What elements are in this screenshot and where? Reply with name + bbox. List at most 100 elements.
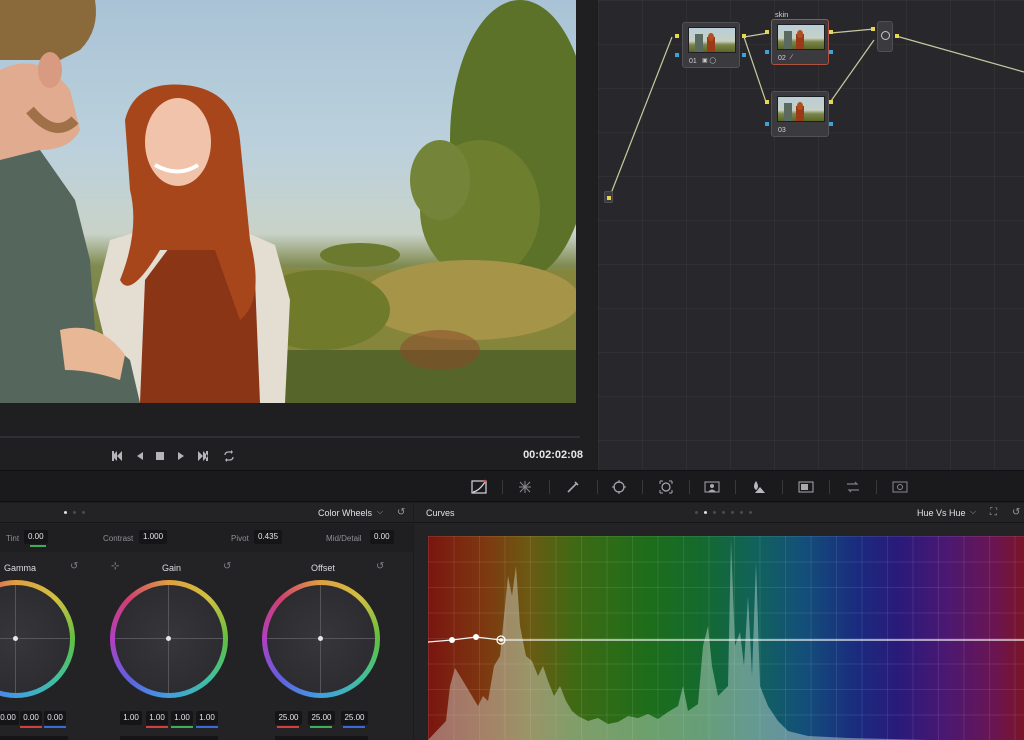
node-03-input-port[interactable] bbox=[765, 100, 769, 104]
picker-icon[interactable]: ⊹ bbox=[111, 561, 119, 572]
gamma-value-g[interactable]: 0.00 bbox=[44, 711, 66, 725]
viewer-frame-illustration bbox=[0, 0, 576, 403]
node-label: 03 bbox=[778, 127, 786, 134]
tint-value[interactable]: 0.00 bbox=[24, 530, 48, 544]
gain-wheel[interactable] bbox=[110, 580, 228, 698]
node-qualifier-icon: ∕ bbox=[791, 54, 793, 61]
power-window-tool-button[interactable] bbox=[611, 479, 627, 495]
contrast-value[interactable]: 1.000 bbox=[139, 530, 168, 544]
toolbar-divider bbox=[549, 480, 550, 494]
palette-toolbar bbox=[0, 470, 1024, 502]
loop-icon bbox=[224, 450, 234, 462]
gain-value-r[interactable]: 1.00 bbox=[146, 711, 168, 725]
gain-title: Gain bbox=[162, 563, 182, 573]
chevron-down-icon[interactable]: ⌵ bbox=[970, 507, 976, 517]
magic-mask-tool-button[interactable] bbox=[704, 479, 720, 495]
gain-wheel-slider[interactable] bbox=[120, 736, 218, 740]
expand-icon[interactable]: ⛶ bbox=[990, 507, 997, 518]
pivot-value[interactable]: 0.435 bbox=[254, 530, 283, 544]
offset-puck[interactable] bbox=[318, 636, 323, 641]
offset-wheel[interactable] bbox=[262, 580, 380, 698]
mixer-output-port[interactable] bbox=[895, 34, 899, 38]
curves-title: Curves bbox=[426, 508, 455, 518]
mixer-input-port[interactable] bbox=[871, 27, 875, 31]
mid-detail-label: Mid/Detail bbox=[326, 534, 362, 543]
3d-tool-button[interactable] bbox=[892, 479, 908, 495]
play-reverse-button[interactable] bbox=[132, 449, 148, 463]
node-02-input-port[interactable] bbox=[765, 30, 769, 34]
node-01[interactable]: 01 ▣ ◯ bbox=[682, 22, 740, 68]
node-03-key-output-port[interactable] bbox=[829, 122, 833, 126]
timecode-display: 00:02:02:08 bbox=[523, 449, 583, 461]
node-02[interactable]: 02 ∕ bbox=[771, 19, 829, 65]
play-forward-button[interactable] bbox=[173, 449, 189, 463]
curves-mode-label[interactable]: Hue Vs Hue bbox=[917, 508, 966, 518]
curves-panel: Curves Hue Vs Hue ⌵ ⛶ ↺ bbox=[414, 503, 1024, 740]
node-thumbnail bbox=[777, 96, 825, 122]
curve-control-point bbox=[499, 638, 503, 642]
gamma-wheel-face[interactable] bbox=[0, 585, 70, 693]
gain-value-g[interactable]: 1.00 bbox=[171, 711, 193, 725]
reset-icon[interactable]: ↺ bbox=[397, 507, 405, 518]
gain-puck[interactable] bbox=[166, 636, 171, 641]
offset-wheel-slider[interactable] bbox=[275, 736, 368, 740]
curves-tool-button[interactable] bbox=[471, 479, 487, 495]
viewer-image[interactable] bbox=[0, 0, 576, 403]
qualifier-tool-button[interactable] bbox=[565, 479, 581, 495]
gain-reset-icon[interactable]: ↺ bbox=[223, 561, 231, 572]
hue-vs-hue-curve-graph[interactable] bbox=[428, 536, 1024, 740]
tracker-tool-button[interactable] bbox=[658, 479, 674, 495]
node-graph[interactable]: 01 ▣ ◯ skin 02 ∕ 03 bbox=[598, 0, 1024, 470]
loop-button[interactable] bbox=[220, 449, 238, 463]
node-02-key-input-port[interactable] bbox=[765, 50, 769, 54]
node-03-output-port[interactable] bbox=[829, 100, 833, 104]
wheels-mode-label[interactable]: Color Wheels bbox=[318, 508, 372, 518]
node-03-key-input-port[interactable] bbox=[765, 122, 769, 126]
node-01-input-port[interactable] bbox=[675, 34, 679, 38]
chevron-down-icon[interactable]: ⌵ bbox=[377, 507, 383, 517]
gamma-wheel[interactable] bbox=[0, 580, 75, 698]
gamma-reset-icon[interactable]: ↺ bbox=[70, 561, 78, 572]
mid-detail-value[interactable]: 0.00 bbox=[370, 530, 394, 544]
power-window-icon bbox=[612, 480, 626, 494]
jump-to-end-icon bbox=[198, 451, 208, 461]
stop-button[interactable] bbox=[152, 449, 168, 463]
jump-to-start-button[interactable] bbox=[108, 449, 126, 463]
node-01-key-input-port[interactable] bbox=[675, 53, 679, 57]
gain-value-b[interactable]: 1.00 bbox=[196, 711, 218, 725]
blur-tool-button[interactable] bbox=[751, 479, 767, 495]
warper-tool-button[interactable] bbox=[517, 479, 533, 495]
color-wheels-panel: Color Wheels ⌵ ↺ Tint 0.00 Contrast 1.00… bbox=[0, 503, 413, 740]
gain-value-y[interactable]: 1.00 bbox=[120, 711, 142, 725]
node-03[interactable]: 03 bbox=[771, 91, 829, 137]
gamma-value-y[interactable]: 0.00 bbox=[0, 711, 19, 725]
node-thumbnail bbox=[688, 27, 736, 53]
curves-page-indicator[interactable] bbox=[695, 511, 752, 514]
node-label: 01 bbox=[689, 58, 697, 65]
source-output-port[interactable] bbox=[607, 196, 611, 200]
source-input-node[interactable] bbox=[604, 191, 613, 203]
key-tool-button[interactable] bbox=[798, 479, 814, 495]
jump-to-end-button[interactable] bbox=[194, 449, 212, 463]
wheels-page-indicator[interactable] bbox=[64, 511, 85, 514]
node-cache-icon: ▣ ◯ bbox=[702, 58, 717, 64]
offset-value-r[interactable]: 25.00 bbox=[275, 711, 302, 725]
gain-red-indicator bbox=[146, 726, 168, 728]
node-01-key-output-port[interactable] bbox=[742, 53, 746, 57]
viewer-scrubber[interactable] bbox=[0, 436, 580, 438]
offset-value-b[interactable]: 25.00 bbox=[341, 711, 368, 725]
sizing-tool-button[interactable] bbox=[845, 479, 861, 495]
reset-icon[interactable]: ↺ bbox=[1012, 507, 1020, 518]
node-02-key-output-port[interactable] bbox=[829, 50, 833, 54]
tint-label: Tint bbox=[6, 534, 20, 543]
offset-value-g[interactable]: 25.00 bbox=[308, 711, 335, 725]
node-02-output-port[interactable] bbox=[829, 30, 833, 34]
offset-reset-icon[interactable]: ↺ bbox=[376, 561, 384, 572]
gamma-value-r[interactable]: 0.00 bbox=[20, 711, 42, 725]
node-01-output-port[interactable] bbox=[742, 34, 746, 38]
gamma-title: Gamma bbox=[4, 563, 37, 573]
curves-header: Curves Hue Vs Hue ⌵ ⛶ ↺ bbox=[414, 503, 1024, 523]
gamma-puck[interactable] bbox=[13, 636, 18, 641]
layer-mixer-node[interactable] bbox=[877, 21, 893, 52]
gamma-wheel-slider[interactable] bbox=[0, 736, 68, 740]
